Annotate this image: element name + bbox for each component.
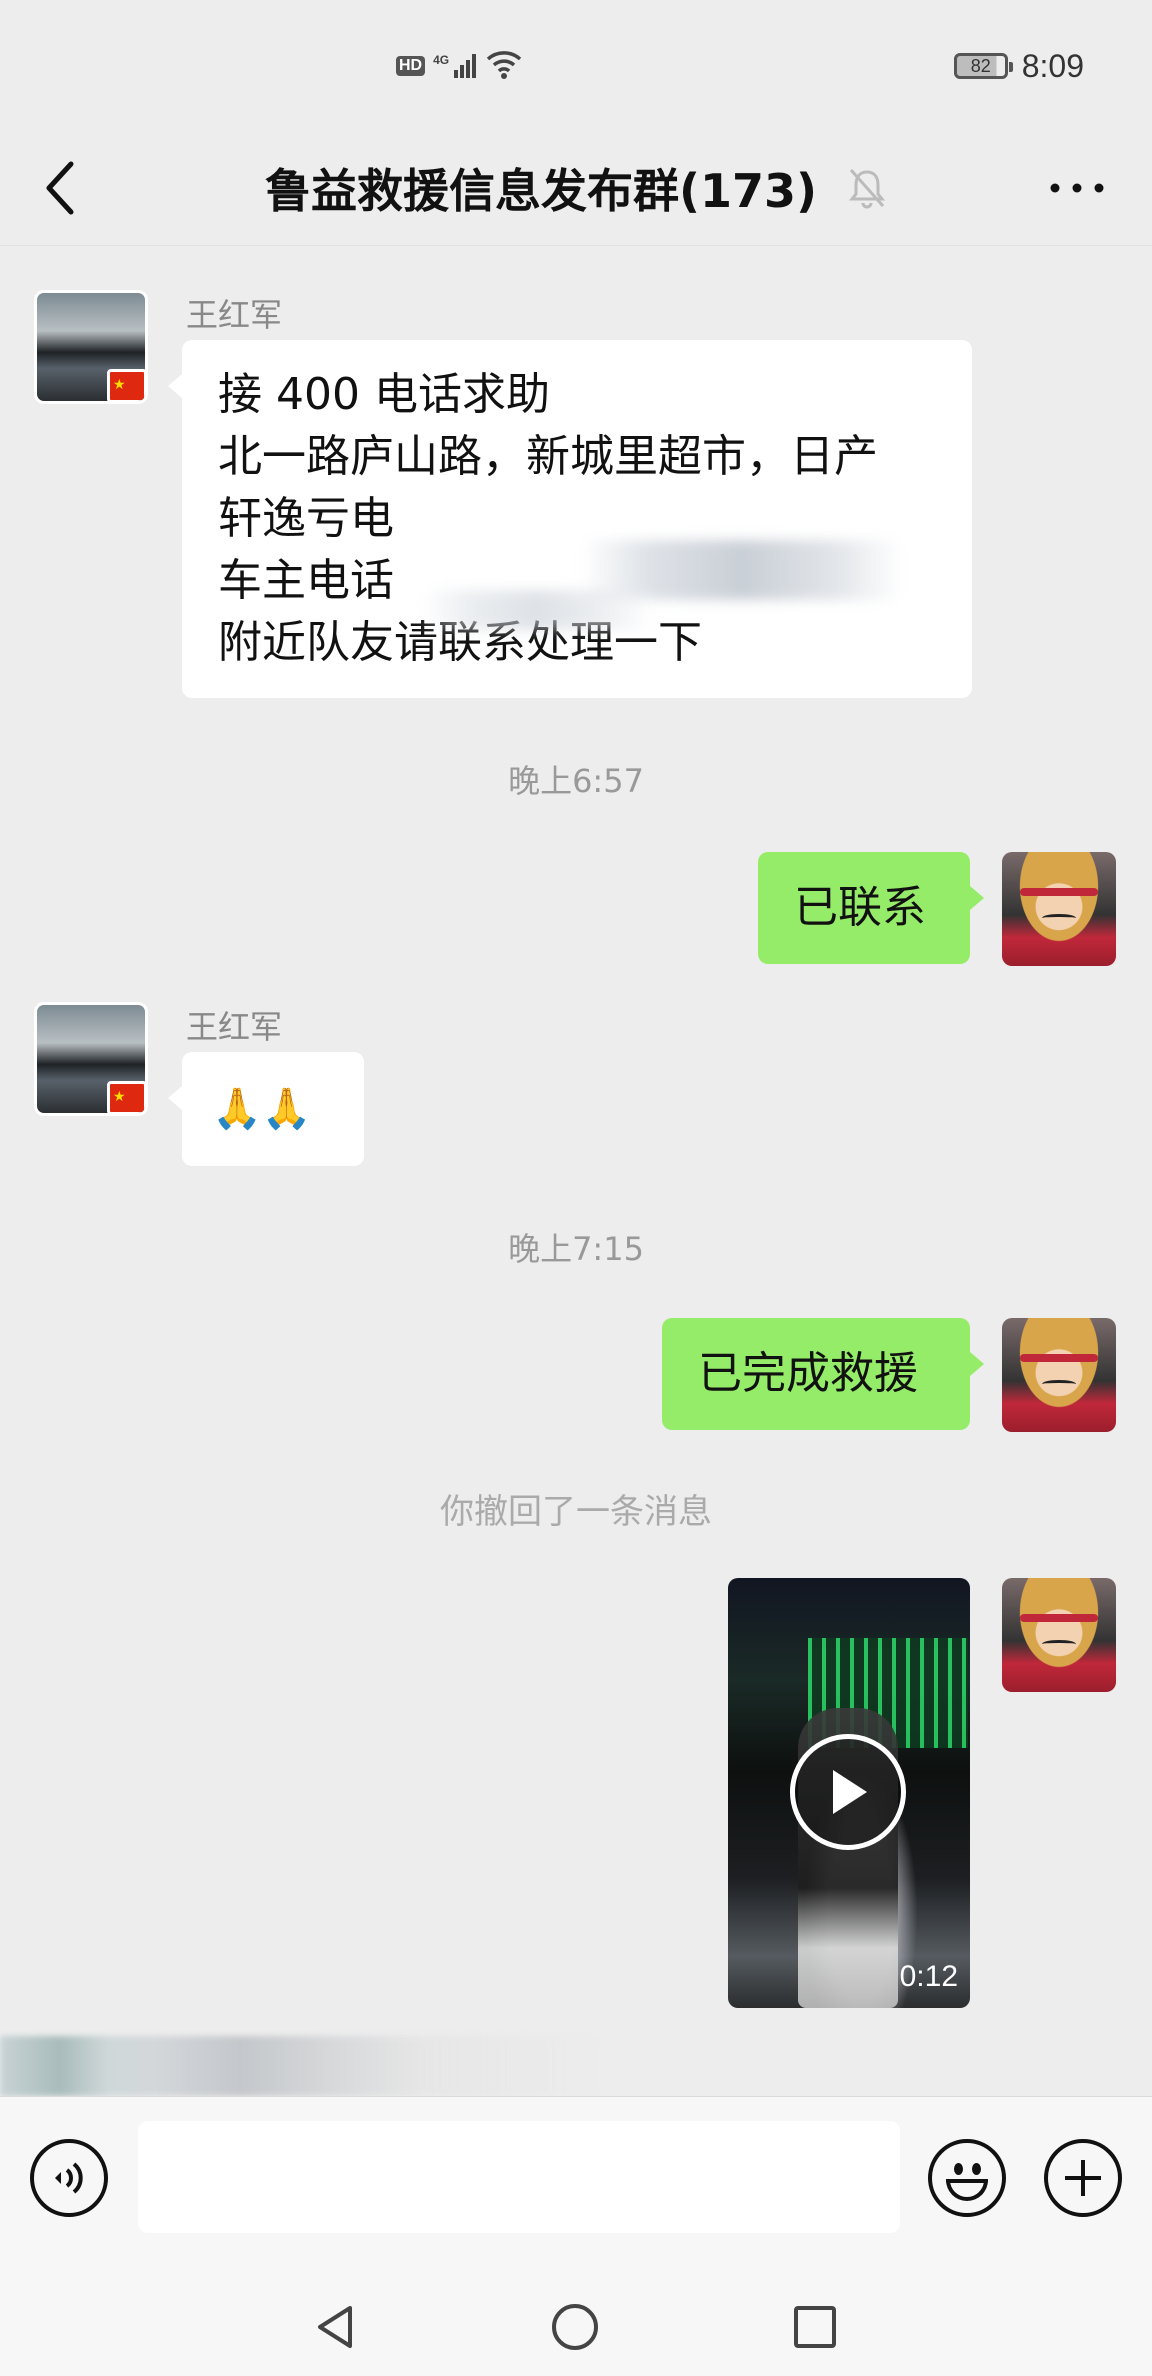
avatar[interactable]: ★ (34, 1002, 148, 1116)
recall-notice: 你撤回了一条消息 (440, 1492, 712, 1532)
sender-name: 王红军 (186, 296, 283, 334)
timestamp: 晚上6:57 (508, 762, 644, 800)
redacted-mask (422, 590, 652, 630)
message-input[interactable] (138, 2121, 900, 2233)
nav-back-icon (318, 2306, 352, 2348)
message-bubble[interactable]: 🙏🙏 (168, 1052, 364, 1166)
sender-name: 王红军 (186, 1008, 283, 1046)
redacted-strip (0, 2036, 600, 2096)
avatar[interactable]: ★ (34, 290, 148, 404)
nav-home-icon (552, 2304, 598, 2350)
message-bubble[interactable]: 已联系 (758, 852, 984, 964)
message-list: ★ 王红军 接 400 电话求助 北一路庐山路，新城里超市，日产 轩逸亏电 车主… (0, 0, 1152, 2096)
avatar[interactable] (1002, 1578, 1116, 1692)
nav-recents-button[interactable] (780, 2292, 850, 2362)
message-text: 已完成救援 (698, 1348, 918, 1399)
message-line: 北一路庐山路，新城里超市，日产 (218, 431, 878, 482)
message-text: 已联系 (794, 882, 926, 933)
system-nav-bar (0, 2272, 1152, 2376)
voice-button[interactable] (30, 2139, 108, 2217)
message-line: 接 400 电话求助 (218, 369, 550, 420)
message-bubble[interactable]: 接 400 电话求助 北一路庐山路，新城里超市，日产 轩逸亏电 车主电话 附近队… (168, 340, 972, 698)
avatar[interactable] (1002, 852, 1116, 966)
emoji-icon (932, 2143, 1002, 2213)
plus-icon (1065, 2160, 1101, 2196)
plus-button[interactable] (1044, 2139, 1122, 2217)
nav-recents-icon (794, 2306, 836, 2348)
nav-back-button[interactable] (300, 2292, 370, 2362)
emoji-button[interactable] (928, 2139, 1006, 2217)
avatar[interactable] (1002, 1318, 1116, 1432)
play-icon (833, 1770, 867, 1814)
video-duration: 0:12 (899, 1960, 958, 1993)
play-button[interactable] (790, 1734, 906, 1850)
voice-icon (55, 2162, 83, 2194)
flag-icon: ★ (107, 369, 145, 401)
timestamp: 晚上7:15 (508, 1230, 644, 1268)
input-bar (0, 2096, 1152, 2272)
message-bubble[interactable]: 已完成救援 (662, 1318, 984, 1430)
emoji-text: 🙏🙏 (212, 1086, 312, 1132)
video-message[interactable]: 0:12 (728, 1578, 970, 2008)
flag-icon: ★ (107, 1081, 145, 1113)
nav-home-button[interactable] (540, 2292, 610, 2362)
